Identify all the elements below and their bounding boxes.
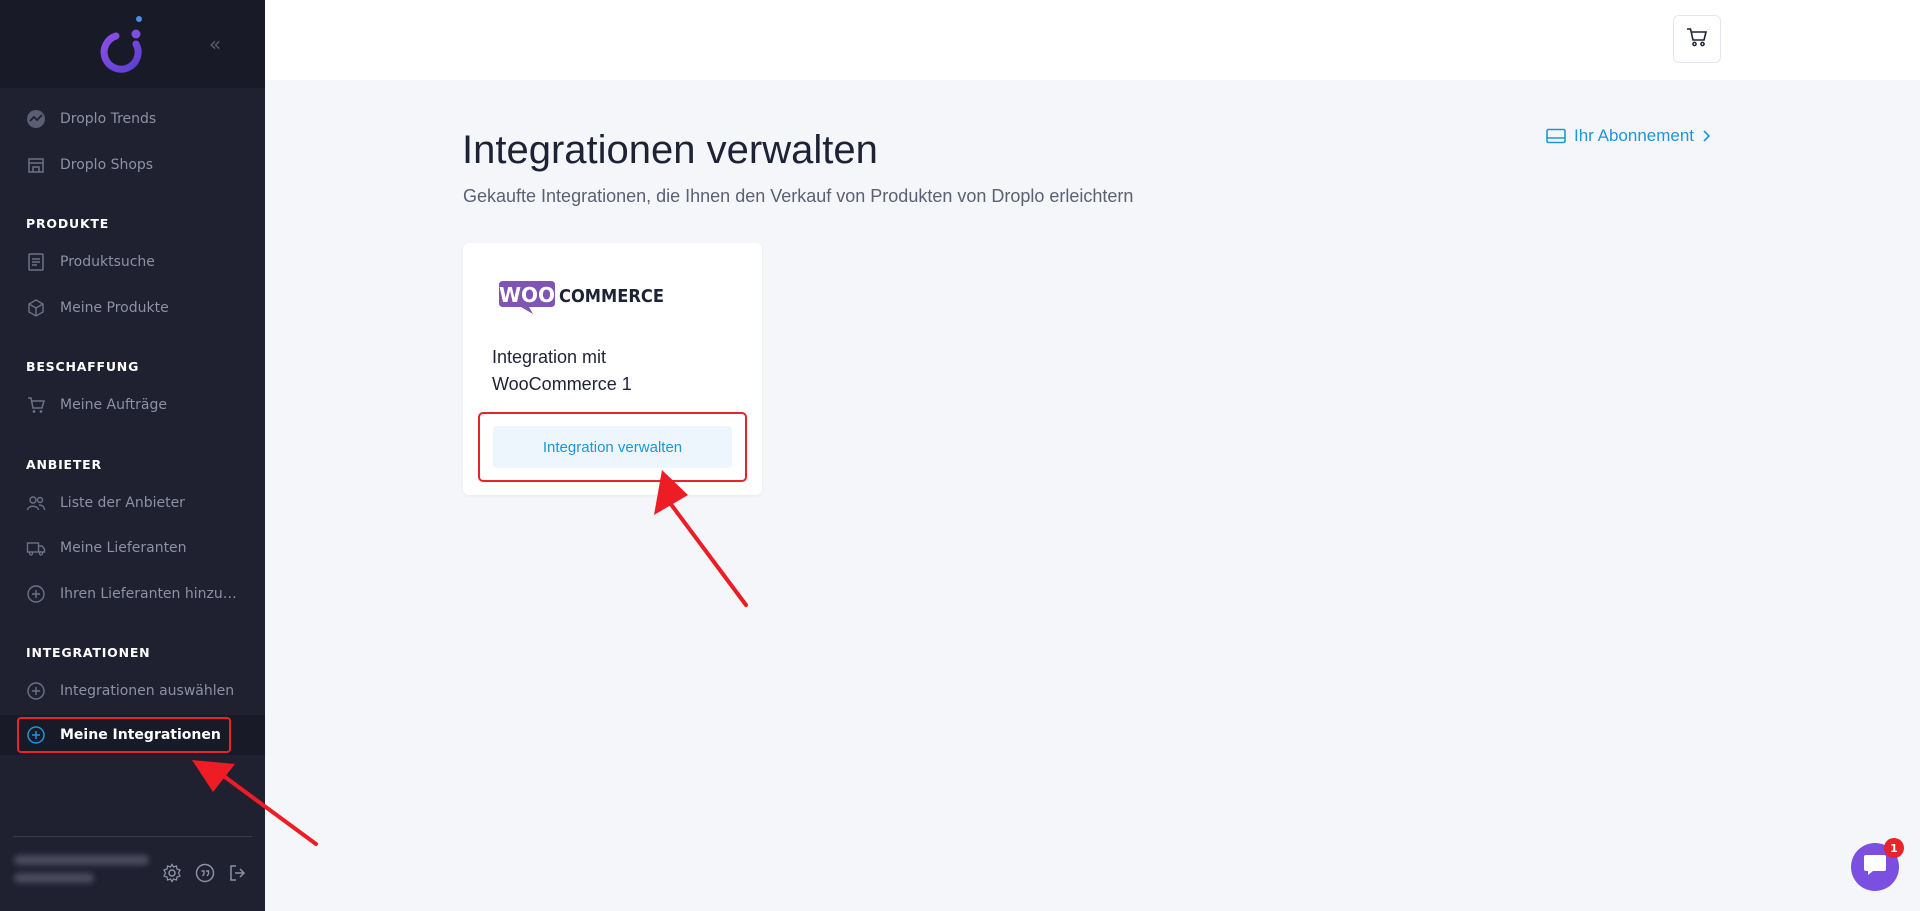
droplo-logo[interactable] (96, 14, 148, 78)
sidebar: « Droplo Trends Droplo Shops PRODUKTE Pr… (0, 0, 265, 911)
section-title-anbieter: ANBIETER (26, 457, 102, 472)
plus-circle-icon (26, 584, 46, 604)
sidebar-item-meine-integrationen[interactable]: Meine Integrationen (0, 715, 265, 755)
cart-icon (1685, 25, 1709, 53)
box-icon (26, 298, 46, 318)
sidebar-divider (13, 836, 252, 837)
trends-icon (26, 109, 46, 129)
subscription-link-label: Ihr Abonnement (1574, 126, 1695, 145)
sidebar-item-liste-der-anbieter[interactable]: Liste der Anbieter (0, 483, 265, 523)
chat-notification-badge: 1 (1884, 838, 1904, 858)
user-info-blurred (14, 855, 149, 891)
integration-card: WOO COMMERCE Integration mit WooCommerce… (463, 243, 762, 495)
list-search-icon (26, 252, 46, 272)
sidebar-item-droplo-trends[interactable]: Droplo Trends (0, 99, 265, 139)
page-title: Integrationen verwalten (462, 128, 878, 172)
manage-integration-button[interactable]: Integration verwalten (493, 426, 732, 468)
subscription-link[interactable]: Ihr Abonnement (1546, 126, 1712, 146)
sidebar-item-meine-auftraege[interactable]: Meine Aufträge (0, 385, 265, 425)
card-icon (1546, 128, 1566, 144)
commerce-logo-text: COMMERCE (559, 286, 664, 307)
chevron-right-icon (1702, 129, 1712, 143)
section-title-produkte: PRODUKTE (26, 216, 110, 231)
shop-icon (26, 155, 46, 175)
cart-button[interactable] (1673, 15, 1721, 63)
plus-circle-icon (26, 725, 46, 745)
page-subtitle: Gekaufte Integrationen, die Ihnen den Ve… (463, 186, 1134, 206)
sidebar-item-integrationen-auswaehlen[interactable]: Integrationen auswählen (0, 671, 265, 711)
section-title-integrationen: INTEGRATIONEN (26, 645, 151, 660)
sidebar-item-lieferanten-hinzufuegen[interactable]: Ihren Lieferanten hinzufügen (0, 574, 265, 614)
sidebar-item-droplo-shops[interactable]: Droplo Shops (0, 145, 265, 185)
cart-icon (26, 395, 46, 415)
sidebar-item-meine-produkte[interactable]: Meine Produkte (0, 288, 265, 328)
sidebar-item-produktsuche[interactable]: Produktsuche (0, 242, 265, 282)
plus-circle-icon (26, 681, 46, 701)
section-title-beschaffung: BESCHAFFUNG (26, 359, 140, 374)
top-header (265, 0, 1920, 80)
sidebar-footer-actions (162, 863, 248, 883)
sidebar-header: « (0, 0, 265, 88)
gear-icon[interactable] (162, 863, 182, 883)
chat-bubble-icon (1862, 852, 1888, 882)
sidebar-item-meine-lieferanten[interactable]: Meine Lieferanten (0, 528, 265, 568)
quote-chat-icon[interactable] (195, 863, 215, 883)
truck-icon (26, 538, 46, 558)
integration-card-title: Integration mit WooCommerce 1 (492, 347, 632, 394)
collapse-sidebar-icon[interactable]: « (209, 34, 221, 54)
users-icon (26, 493, 46, 513)
woo-logo-text: WOO (499, 283, 555, 307)
woocommerce-logo: WOO COMMERCE (499, 281, 664, 314)
logout-icon[interactable] (228, 863, 248, 883)
